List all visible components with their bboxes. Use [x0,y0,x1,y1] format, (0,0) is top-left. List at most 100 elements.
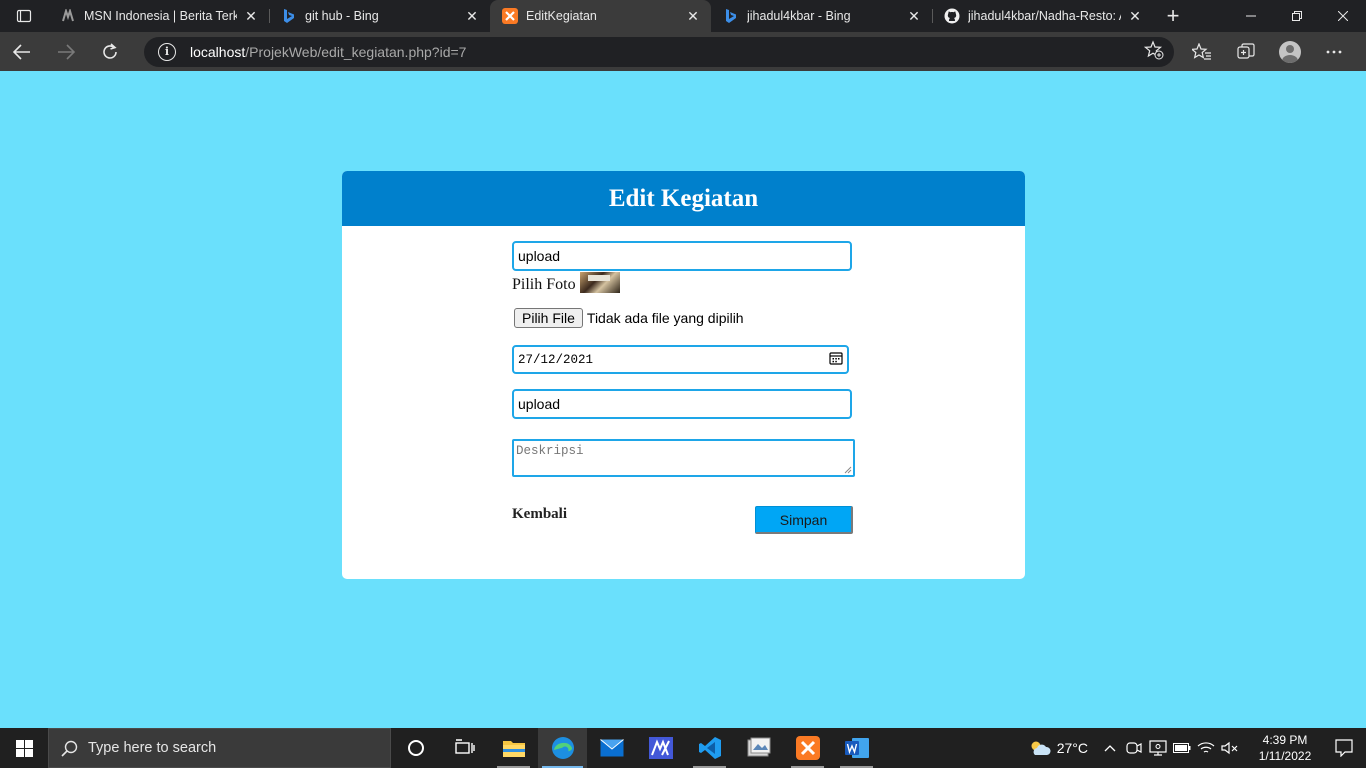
page-title: Edit Kegiatan [342,171,1025,226]
favorites-button[interactable] [1180,32,1224,71]
chevron-up-icon [1104,745,1116,752]
weather-widget[interactable]: 27°C [1029,740,1088,756]
file-input[interactable]: Pilih File Tidak ada file yang dipilih [512,308,857,328]
form-actions: Kembali Simpan [512,505,857,535]
tab-github-bing[interactable]: git hub - Bing ✕ [269,0,490,32]
photo-label: Pilih Foto [512,276,576,293]
temperature-text: 27°C [1056,740,1088,756]
tab-editkegiatan[interactable]: EditKegiatan ✕ [490,0,711,32]
notifications-button[interactable] [1322,739,1366,757]
taskbar-edge[interactable] [538,728,587,768]
taskbar-word[interactable] [832,728,881,768]
wifi-icon [1197,742,1215,753]
date-value: 27/12/2021 [518,352,594,367]
back-link[interactable]: Kembali [512,506,567,523]
tab-title: jihadul4kbar - Bing [747,9,851,23]
battery-icon [1173,743,1191,753]
tab-actions-menu-button[interactable] [0,0,48,32]
partly-cloudy-icon [1031,741,1051,755]
taskbar-vscode[interactable] [685,728,734,768]
close-tab-icon[interactable]: ✕ [906,8,922,25]
display-settings-button[interactable] [1146,740,1170,756]
minimize-icon [1246,15,1256,17]
calendar-icon[interactable] [829,351,843,369]
github-icon [944,8,960,24]
date-input[interactable]: 27/12/2021 [512,345,849,374]
close-tab-icon[interactable]: ✕ [464,8,480,25]
battery-button[interactable] [1170,743,1194,753]
close-window-button[interactable] [1320,0,1366,32]
show-hidden-icons-button[interactable] [1098,744,1122,752]
start-button[interactable] [0,728,48,768]
clock[interactable]: 4:39 PM 1/11/2022 [1248,732,1322,764]
xampp-icon [795,736,820,760]
url-path: /ProjekWeb/edit_kegiatan.php?id=7 [245,43,467,60]
browser-toolbar: i localhost /ProjekWeb/edit_kegiatan.php… [0,32,1366,71]
site-info-icon[interactable]: i [158,42,176,61]
tab-title: EditKegiatan [526,9,597,23]
address-bar[interactable]: i localhost /ProjekWeb/edit_kegiatan.php… [144,36,1174,67]
tab-title: git hub - Bing [305,9,379,23]
taskbar-gallery[interactable] [734,728,783,768]
word-icon [844,738,869,758]
restore-button[interactable] [1274,0,1320,32]
meet-now-button[interactable] [1122,741,1146,755]
taskbar-mail[interactable] [587,728,636,768]
name-input[interactable]: upload [512,241,852,271]
settings-menu-button[interactable] [1312,32,1356,71]
bing-icon [723,8,739,24]
description-placeholder: Deskripsi [516,444,584,458]
close-tab-icon[interactable]: ✕ [685,8,701,25]
description-textarea[interactable]: Deskripsi [512,439,855,477]
choose-file-button[interactable]: Pilih File [514,308,583,328]
window-controls [1228,0,1366,32]
gallery-icon [747,737,770,757]
new-tab-button[interactable]: + [1153,0,1193,32]
cortana-button[interactable] [391,728,440,768]
media-app-icon [648,737,673,759]
refresh-button[interactable] [88,32,132,71]
tab-msn[interactable]: MSN Indonesia | Berita Terkini ✕ [48,0,269,32]
volume-muted-icon [1221,741,1238,755]
close-tab-icon[interactable]: ✕ [243,8,259,25]
browser-tab-bar: MSN Indonesia | Berita Terkini ✕ git hub… [0,0,1366,32]
cortana-circle-icon [407,740,424,756]
close-icon [1338,11,1348,21]
place-input[interactable]: upload [512,389,852,419]
system-tray: 27°C 4:39 PM 1/11/2022 [1029,728,1366,768]
taskbar-search-box[interactable]: Type here to search [48,728,391,768]
tab-title: jihadul4kbar/Nadha-Resto: Ap [968,9,1121,23]
minimize-button[interactable] [1228,0,1274,32]
arrow-right-icon [58,43,75,60]
back-button[interactable] [0,32,44,71]
edit-kegiatan-form: upload Pilih Foto Pilih File Tidak ada f… [512,241,857,535]
add-favorite-star-icon[interactable] [1143,40,1164,63]
tab-jihadul-bing[interactable]: jihadul4kbar - Bing ✕ [711,0,932,32]
file-status-text: Tidak ada file yang dipilih [586,310,744,326]
search-icon [61,740,78,757]
arrow-left-icon [13,43,30,60]
restore-icon [1292,11,1302,21]
webcam-icon [1126,742,1142,754]
collections-button[interactable] [1224,32,1268,71]
taskbar-xampp[interactable] [783,728,832,768]
refresh-icon [103,42,117,59]
bing-icon [281,8,297,24]
resize-grip-icon[interactable] [844,466,852,474]
profile-button[interactable] [1268,32,1312,71]
tab-github-repo[interactable]: jihadul4kbar/Nadha-Resto: Ap ✕ [932,0,1153,32]
volume-button[interactable] [1218,741,1242,755]
save-button[interactable]: Simpan [755,506,853,534]
close-tab-icon[interactable]: ✕ [1127,8,1143,25]
tab-title: MSN Indonesia | Berita Terkini [84,9,237,23]
windows-taskbar: Type here to search 27°C 4:39 PM 1/11/20… [0,728,1366,768]
network-button[interactable] [1194,741,1218,755]
taskbar-media-app[interactable] [636,728,685,768]
clock-date: 1/11/2022 [1258,749,1312,763]
search-placeholder: Type here to search [88,740,217,756]
avatar [1279,40,1301,63]
forward-button[interactable] [44,32,88,71]
task-view-button[interactable] [440,728,489,768]
taskbar-file-explorer[interactable] [489,728,538,768]
notification-icon [1335,739,1353,757]
